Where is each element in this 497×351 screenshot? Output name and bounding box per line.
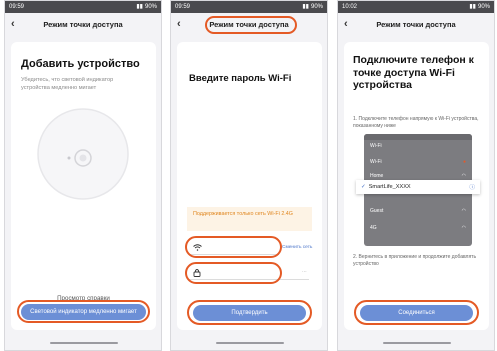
wifi-signal-icon: ◠ bbox=[461, 225, 466, 231]
content-card: Введите пароль Wi-Fi Поддерживается толь… bbox=[177, 42, 322, 330]
phone-screen-connect-hotspot: 10:02 ▮▮ 90% ‹ Режим точки доступа Подкл… bbox=[337, 0, 495, 351]
page-title: Режим точки доступа bbox=[376, 19, 456, 29]
wifi-row: Wi-Fi ● bbox=[370, 159, 466, 165]
status-right: ▮▮ 90% bbox=[136, 1, 157, 13]
change-network-link[interactable]: Сменить сеть bbox=[282, 245, 312, 250]
status-right: ▮▮ 90% bbox=[469, 1, 490, 13]
wifi-row-header: Wi-Fi bbox=[364, 140, 472, 152]
back-chevron-icon[interactable]: ‹ bbox=[11, 17, 15, 31]
status-time: 10:02 bbox=[342, 4, 358, 10]
wifi-signal-icon: ◠ bbox=[461, 173, 466, 179]
subtitle: Убедитесь, что световой индикатор устрой… bbox=[21, 77, 114, 91]
status-bar: 09:59 ▮▮ 90% bbox=[5, 1, 161, 13]
signal-icon: ▮▮ bbox=[469, 4, 476, 10]
status-time: 09:59 bbox=[175, 4, 191, 10]
selected-network-row[interactable]: ✓ SmartLife_XXXX ⓘ bbox=[356, 180, 480, 194]
step-2-text: 2. Вернитесь в приложение и продолжите д… bbox=[353, 254, 477, 267]
selected-network-name: SmartLife_XXXX bbox=[368, 184, 411, 190]
back-chevron-icon[interactable]: ‹ bbox=[344, 17, 348, 31]
heading: Введите пароль Wi-Fi bbox=[189, 73, 292, 84]
phone-screen-add-device: 09:59 ▮▮ 90% ‹ Режим точки доступа Добав… bbox=[4, 0, 162, 351]
wifi-row: Guest ◠ bbox=[370, 208, 466, 214]
back-chevron-icon[interactable]: ‹ bbox=[177, 17, 181, 31]
info-icon: ⓘ bbox=[469, 185, 475, 191]
highlight-circle bbox=[185, 236, 282, 258]
wifi-signal-icon: ◠ bbox=[461, 208, 466, 214]
wifi-warning: Поддерживается только сеть Wi-Fi 2.4G bbox=[187, 207, 312, 231]
status-bar: 10:02 ▮▮ 90% bbox=[338, 1, 494, 13]
heading: Подключите телефон к точке доступа Wi-Fi… bbox=[353, 54, 474, 91]
nav-bar bbox=[383, 342, 451, 344]
content-card: Добавить устройство Убедитесь, что свето… bbox=[11, 42, 156, 330]
highlight-circle bbox=[185, 262, 282, 284]
highlight-circle bbox=[17, 300, 150, 323]
heading: Добавить устройство bbox=[21, 58, 140, 70]
wifi-row: 4G ◠ bbox=[370, 225, 466, 231]
content-card: Подключите телефон к точке доступа Wi-Fi… bbox=[344, 42, 489, 330]
nav-bar bbox=[216, 342, 284, 344]
wifi-row-label: Wi-Fi bbox=[370, 143, 382, 149]
highlight-circle bbox=[205, 16, 297, 34]
signal-icon: ▮▮ bbox=[136, 4, 143, 10]
page-title: Режим точки доступа bbox=[43, 19, 123, 29]
screens: 09:59 ▮▮ 90% ‹ Режим точки доступа Добав… bbox=[0, 0, 497, 351]
toggle-icon: ● bbox=[462, 159, 466, 165]
highlight-circle bbox=[354, 300, 479, 325]
highlight-circle bbox=[187, 300, 312, 325]
battery-level: 90% bbox=[477, 4, 490, 10]
device-illustration-icon bbox=[37, 108, 129, 200]
header: ‹ Режим точки доступа bbox=[338, 13, 494, 35]
nav-bar bbox=[50, 342, 118, 344]
show-password-icon[interactable]: ⋯ bbox=[302, 269, 307, 275]
signal-icon: ▮▮ bbox=[302, 4, 309, 10]
step-1-text: 1. Подключите телефон напрямую к Wi-Fi у… bbox=[353, 116, 479, 129]
battery-level: 90% bbox=[144, 4, 157, 10]
status-right: ▮▮ 90% bbox=[302, 1, 323, 13]
phone-screen-wifi-password: 09:59 ▮▮ 90% ‹ Режим точки доступа Введи… bbox=[170, 0, 328, 351]
status-time: 09:59 bbox=[9, 4, 25, 10]
header: ‹ Режим точки доступа bbox=[5, 13, 161, 35]
status-bar: 09:59 ▮▮ 90% bbox=[171, 1, 327, 13]
battery-level: 90% bbox=[310, 4, 323, 10]
check-icon: ✓ bbox=[361, 184, 366, 190]
